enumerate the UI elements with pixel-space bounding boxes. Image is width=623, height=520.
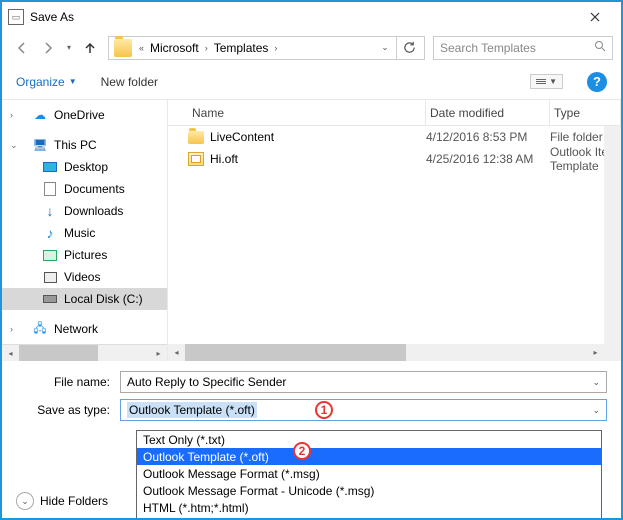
chevron-right-icon[interactable]: › bbox=[201, 43, 212, 53]
filetype-option[interactable]: Outlook Template (*.oft) bbox=[137, 448, 601, 465]
filetype-option[interactable]: HTML (*.htm;*.html) bbox=[137, 499, 601, 516]
organize-button[interactable]: Organize▼ bbox=[16, 75, 77, 89]
hide-folders-button[interactable]: Hide Folders bbox=[40, 494, 108, 508]
nav-thispc[interactable]: ⌄🖥This PC bbox=[2, 134, 167, 156]
saveastype-label: Save as type: bbox=[16, 403, 120, 417]
search-icon bbox=[594, 40, 606, 55]
nav-documents[interactable]: Documents bbox=[2, 178, 167, 200]
chevron-right-icon[interactable]: › bbox=[270, 43, 281, 53]
saveastype-select[interactable]: Outlook Template (*.oft)⌄ bbox=[120, 399, 607, 421]
nav-network[interactable]: ›🖧Network bbox=[2, 318, 167, 340]
nav-pictures[interactable]: Pictures bbox=[2, 244, 167, 266]
help-button[interactable]: ? bbox=[587, 72, 607, 92]
list-item[interactable]: Hi.oft 4/25/2016 12:38 AM Outlook Item T… bbox=[168, 148, 621, 170]
search-placeholder: Search Templates bbox=[440, 41, 594, 55]
nav-forward-button[interactable] bbox=[36, 36, 60, 60]
address-dropdown-icon[interactable]: ⌄ bbox=[376, 42, 394, 53]
nav-scrollbar[interactable]: ◂▸ bbox=[2, 344, 167, 361]
hide-folders-toggle-icon[interactable]: ⌄ bbox=[16, 492, 34, 510]
breadcrumb-overflow[interactable]: « bbox=[135, 43, 148, 53]
file-list: Name Date modified Type LiveContent 4/12… bbox=[167, 100, 621, 361]
chevron-down-icon[interactable]: ⌄ bbox=[592, 405, 600, 416]
close-button[interactable] bbox=[575, 2, 615, 32]
nav-localdisk[interactable]: Local Disk (C:) bbox=[2, 288, 167, 310]
nav-back-button[interactable] bbox=[10, 36, 34, 60]
oft-file-icon bbox=[188, 152, 204, 166]
nav-music[interactable]: ♪Music bbox=[2, 222, 167, 244]
filename-label: File name: bbox=[16, 375, 120, 389]
new-folder-button[interactable]: New folder bbox=[101, 75, 158, 89]
address-bar[interactable]: « Microsoft › Templates › ⌄ bbox=[108, 36, 425, 60]
pictures-icon bbox=[42, 247, 58, 263]
disk-icon bbox=[42, 291, 58, 307]
network-icon: 🖧 bbox=[32, 321, 48, 337]
desktop-icon bbox=[42, 159, 58, 175]
list-vscrollbar[interactable] bbox=[604, 126, 621, 344]
folder-icon bbox=[114, 39, 132, 57]
filetype-option[interactable]: Outlook Message Format - Unicode (*.msg) bbox=[137, 482, 601, 499]
breadcrumb-templates[interactable]: Templates bbox=[212, 41, 271, 55]
download-icon: ↓ bbox=[42, 203, 58, 219]
cloud-icon: ☁ bbox=[32, 107, 48, 123]
pc-icon: 🖥 bbox=[32, 137, 48, 153]
chevron-down-icon[interactable]: ⌄ bbox=[592, 377, 600, 388]
filename-input[interactable]: Auto Reply to Specific Sender⌄ bbox=[120, 371, 607, 393]
column-type[interactable]: Type bbox=[550, 100, 621, 125]
videos-icon bbox=[42, 269, 58, 285]
window-icon: ▭ bbox=[8, 9, 24, 25]
view-options-button[interactable]: ▼ bbox=[530, 74, 563, 89]
column-date[interactable]: Date modified bbox=[426, 100, 550, 125]
refresh-button[interactable] bbox=[396, 36, 422, 60]
breadcrumb-microsoft[interactable]: Microsoft bbox=[148, 41, 201, 55]
nav-desktop[interactable]: Desktop bbox=[2, 156, 167, 178]
document-icon bbox=[42, 181, 58, 197]
annotation-callout-1: 1 bbox=[315, 401, 333, 419]
filetype-option[interactable]: MHT files (*.mht) bbox=[137, 516, 601, 520]
saveastype-dropdown-list: Text Only (*.txt) Outlook Template (*.of… bbox=[136, 430, 602, 520]
nav-up-button[interactable] bbox=[78, 36, 102, 60]
nav-history-dropdown[interactable]: ▾ bbox=[62, 43, 76, 52]
folder-icon bbox=[188, 131, 204, 144]
nav-videos[interactable]: Videos bbox=[2, 266, 167, 288]
column-name[interactable]: Name bbox=[188, 100, 426, 125]
nav-downloads[interactable]: ↓Downloads bbox=[2, 200, 167, 222]
music-icon: ♪ bbox=[42, 225, 58, 241]
window-title: Save As bbox=[30, 10, 575, 24]
list-hscrollbar[interactable]: ◂▸ bbox=[168, 344, 621, 361]
filetype-option[interactable]: Text Only (*.txt) bbox=[137, 431, 601, 448]
nav-onedrive[interactable]: ›☁OneDrive bbox=[2, 104, 167, 126]
annotation-callout-2: 2 bbox=[293, 442, 311, 460]
navigation-pane: ›☁OneDrive ⌄🖥This PC Desktop Documents ↓… bbox=[2, 100, 167, 361]
search-input[interactable]: Search Templates bbox=[433, 36, 613, 60]
filetype-option[interactable]: Outlook Message Format (*.msg) bbox=[137, 465, 601, 482]
